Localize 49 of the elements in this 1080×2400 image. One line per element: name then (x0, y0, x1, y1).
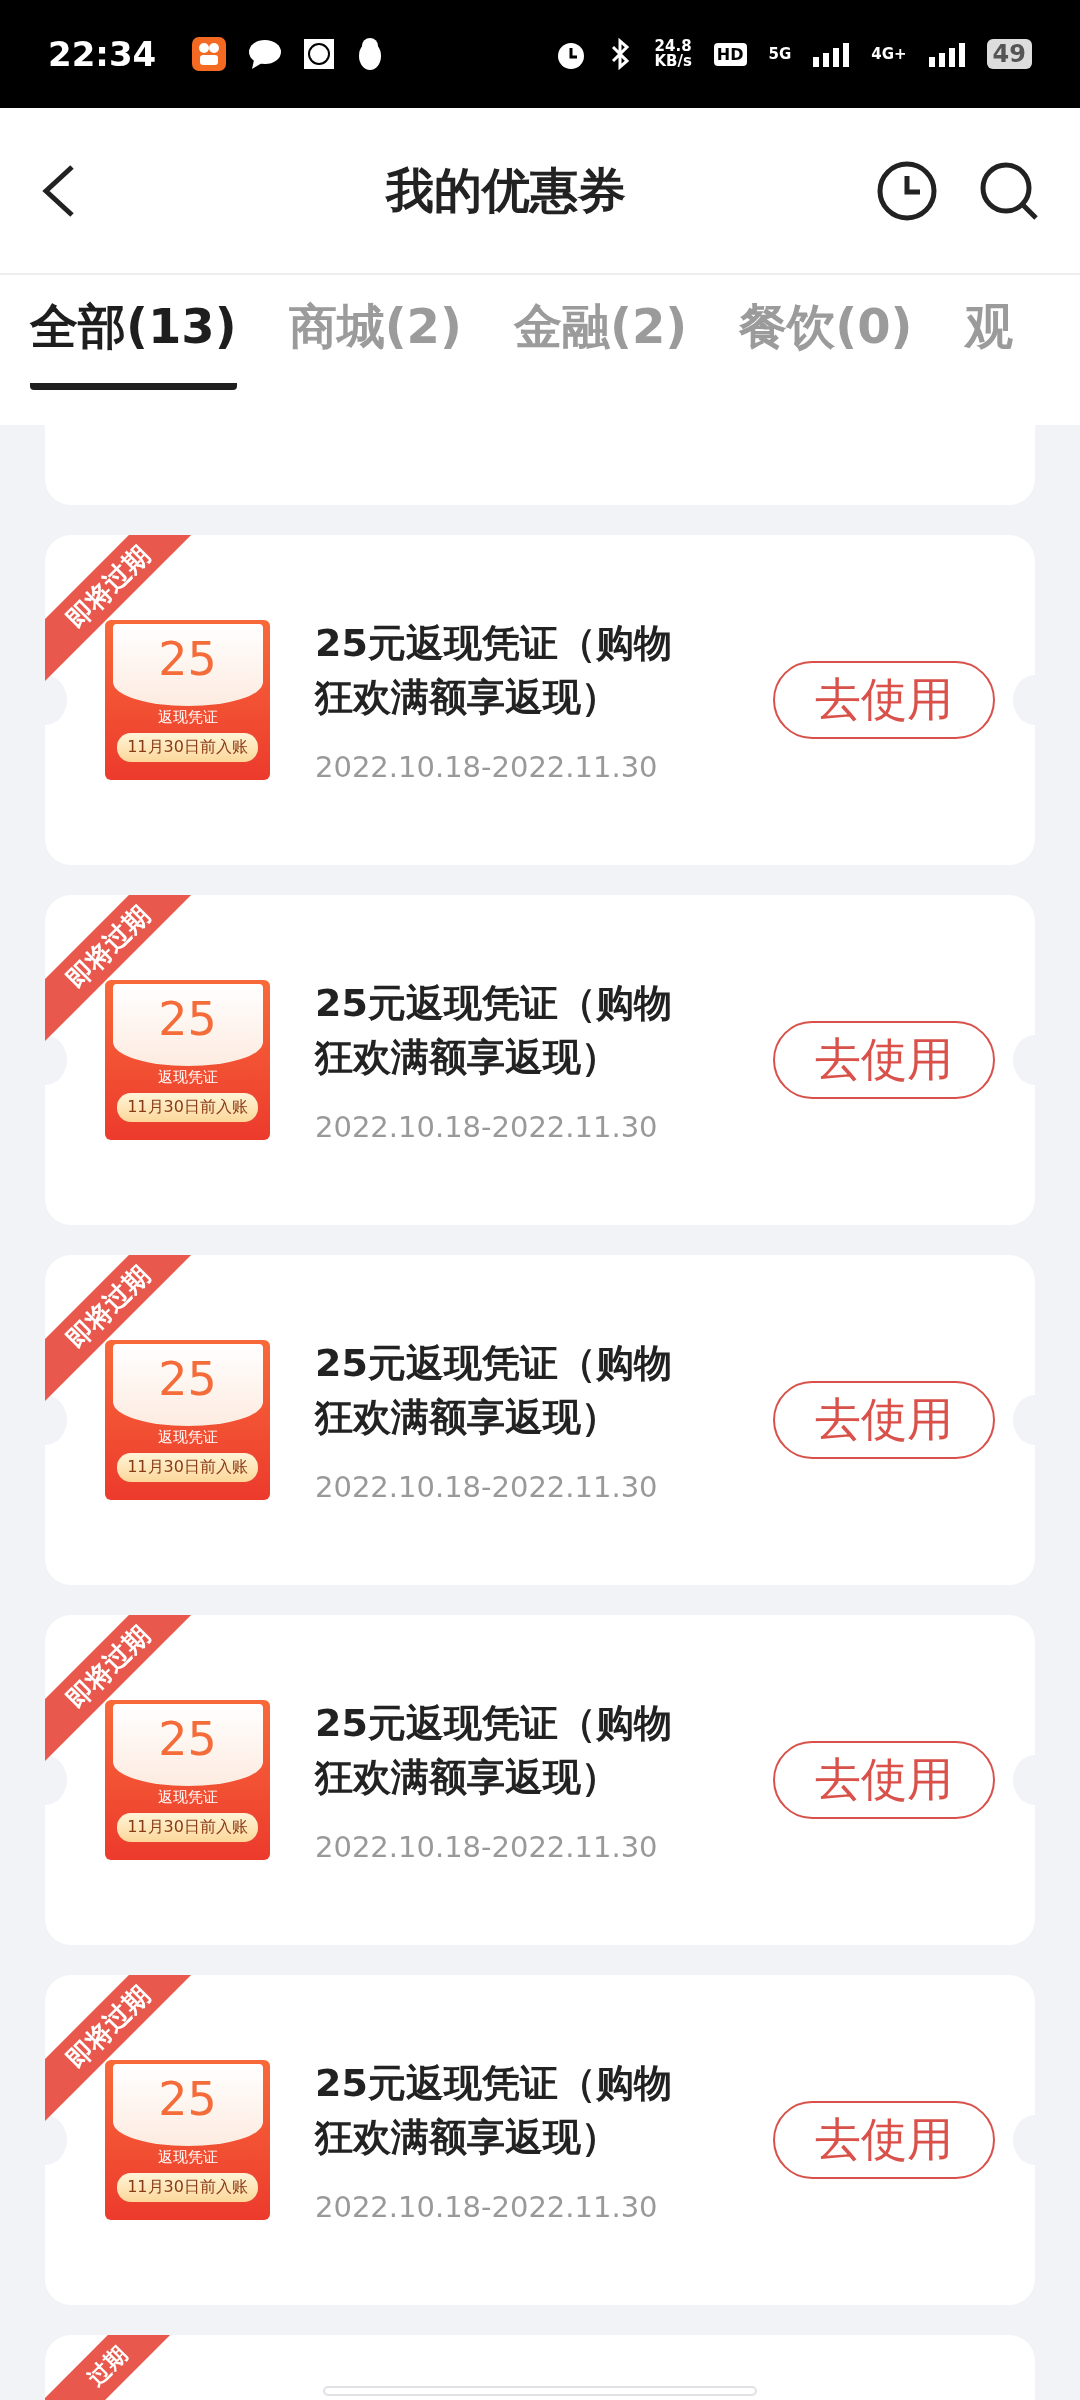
voucher-note: 11月30日前入账 (117, 1093, 258, 1122)
voucher-note: 11月30日前入账 (117, 1813, 258, 1842)
voucher-label: 返现凭证 (157, 708, 218, 727)
category-tab[interactable]: 商城(2) (288, 295, 462, 390)
app-icon (304, 39, 335, 69)
use-button[interactable]: 去使用 (773, 2101, 995, 2179)
coupon-title: 25元返现凭证（购物狂欢满额享返现） (315, 1340, 673, 1441)
page-title: 我的优惠券 (384, 160, 627, 220)
voucher-label: 返现凭证 (157, 1788, 218, 1807)
voucher-note: 11月30日前入账 (117, 733, 258, 762)
app-icon (192, 37, 227, 71)
coupon-dates: 2022.10.18-2022.11.30 (315, 1110, 659, 1144)
chat-bubble-icon (248, 38, 283, 70)
category-tab[interactable]: 观 (964, 295, 1013, 390)
category-tab[interactable]: 全部(13) (30, 295, 237, 390)
voucher-label: 返现凭证 (157, 1068, 218, 1087)
network-type: 5G (768, 46, 792, 62)
use-button[interactable]: 去使用 (773, 1021, 995, 1099)
voucher-note: 11月30日前入账 (117, 2173, 258, 2202)
clock-time: 22:34 (48, 34, 157, 74)
back-icon[interactable] (40, 162, 76, 219)
signal-icon (813, 41, 850, 67)
network-type: 4G+ (871, 46, 907, 62)
voucher-amount: 25 (158, 1712, 217, 1768)
use-button[interactable]: 去使用 (773, 1381, 995, 1459)
category-tab[interactable]: 餐饮(0) (739, 295, 913, 390)
use-button[interactable]: 去使用 (773, 661, 995, 739)
network-speed: 24.8 KB/s (654, 39, 692, 69)
voucher-note: 11月30日前入账 (117, 1453, 258, 1482)
use-button[interactable]: 去使用 (773, 1741, 995, 1819)
signal-icon (928, 41, 965, 67)
voucher-amount: 25 (158, 992, 217, 1048)
coupon-title: 25元返现凭证（购物狂欢满额享返现） (315, 980, 673, 1081)
hd-label: HD (713, 42, 747, 66)
coupon-dates: 2022.10.18-2022.11.30 (315, 1470, 659, 1504)
coupon-dates: 2022.10.18-2022.11.30 (315, 2190, 659, 2224)
voucher-amount: 25 (158, 632, 217, 688)
battery-level: 49 (986, 39, 1032, 69)
voucher-label: 返现凭证 (157, 2148, 218, 2167)
coupon-title: 25元返现凭证（购物狂欢满额享返现） (315, 2060, 673, 2161)
voucher-amount: 25 (158, 1352, 217, 1408)
coupon-dates: 2022.10.18-2022.11.30 (315, 1830, 659, 1864)
coupon-title: 25元返现凭证（购物狂欢满额享返现） (315, 620, 673, 721)
coupon-dates: 2022.10.18-2022.11.30 (315, 750, 659, 784)
coupon-title: 25元返现凭证（购物狂欢满额享返现） (315, 1700, 673, 1801)
voucher-amount: 25 (158, 2072, 217, 2128)
history-clock-icon[interactable] (876, 159, 938, 222)
voucher-label: 返现凭证 (157, 1428, 218, 1447)
category-tab[interactable]: 金融(2) (513, 295, 688, 390)
